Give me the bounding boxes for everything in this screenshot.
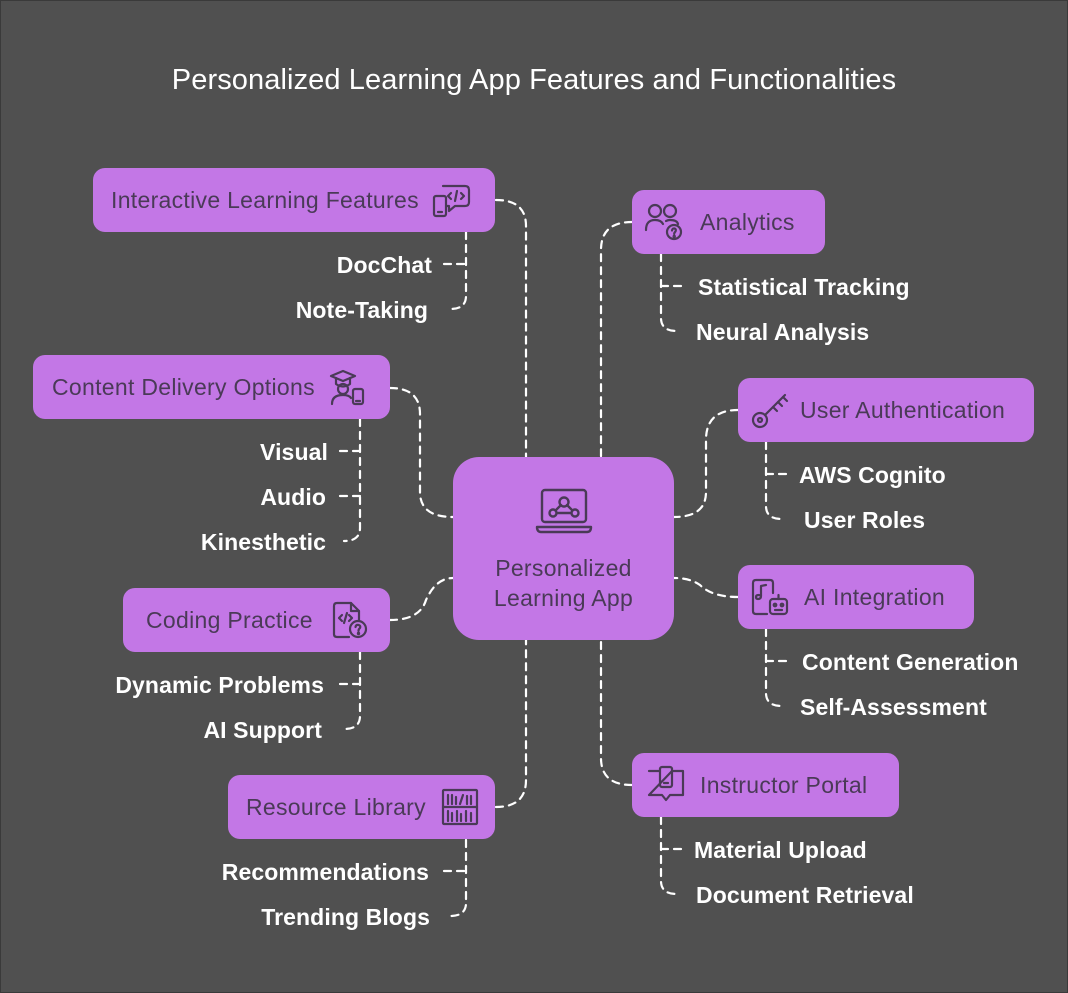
sub-item-material-upload: Material Upload — [694, 837, 867, 863]
category-label: Content Delivery Options — [52, 373, 315, 400]
category-resource-library: Resource Library — [228, 775, 495, 839]
sub-item-kinesthetic: Kinesthetic — [200, 529, 326, 555]
category-label: AI Integration — [804, 583, 946, 610]
sub-item-aws-cognito: AWS Cognito — [799, 462, 946, 488]
category-label: User Authentication — [800, 396, 1006, 423]
center-label-line1: Personalized — [495, 555, 632, 581]
connector-analytics — [599, 220, 634, 459]
center-label-line2: Learning App — [493, 585, 634, 611]
sub-item-trending-blogs: Trending Blogs — [261, 904, 430, 930]
connector-interactive-learning — [494, 198, 528, 459]
robot-music-icon — [750, 577, 790, 617]
bracket-instructor-portal — [659, 815, 685, 896]
code-question-icon — [329, 600, 369, 640]
sub-item-statistical-tracking: Statistical Tracking — [698, 274, 910, 300]
sub-item-recommendations: Recommendations — [221, 859, 429, 885]
category-label: Instructor Portal — [700, 771, 868, 798]
sub-item-content-generation: Content Generation — [802, 649, 1019, 675]
bracket-content-delivery — [338, 417, 362, 543]
category-interactive-learning: Interactive Learning Features — [93, 168, 495, 232]
category-instructor-portal: Instructor Portal — [632, 753, 899, 817]
category-coding-practice: Coding Practice — [123, 588, 390, 652]
book-upload-icon — [646, 765, 686, 805]
bracket-user-auth — [764, 440, 790, 521]
sub-item-document-retrieval: Document Retrieval — [696, 882, 914, 908]
connector-user-auth — [672, 408, 740, 519]
category-ai-integration: AI Integration — [738, 565, 974, 629]
sub-item-neural-analysis: Neural Analysis — [696, 319, 870, 345]
category-label: Analytics — [700, 208, 795, 235]
central-node: Personalized Learning App — [453, 457, 674, 640]
sub-item-visual: Visual — [260, 439, 328, 465]
bracket-ai-integration — [764, 627, 790, 708]
sub-item-note-taking: Note-Taking — [295, 297, 428, 323]
student-device-icon — [327, 367, 367, 407]
category-content-delivery: Content Delivery Options — [33, 355, 390, 419]
bracket-resource-library — [442, 838, 468, 918]
sub-item-audio: Audio — [260, 484, 326, 510]
category-label: Coding Practice — [146, 606, 313, 633]
bracket-analytics — [659, 252, 685, 333]
category-user-authentication: User Authentication — [738, 378, 1034, 442]
connector-resource-library — [494, 638, 528, 809]
laptop-network-icon — [535, 487, 593, 540]
bookshelf-icon — [440, 787, 480, 827]
users-question-icon — [644, 202, 684, 242]
sub-item-dynamic-problems: Dynamic Problems — [115, 672, 324, 698]
bracket-coding-practice — [338, 650, 362, 731]
category-label: Resource Library — [246, 793, 426, 820]
connector-coding-practice — [388, 576, 455, 622]
category-label: Interactive Learning Features — [111, 186, 419, 213]
key-icon — [750, 390, 790, 430]
connector-ai-integration — [672, 576, 740, 599]
sub-item-ai-support: AI Support — [203, 717, 322, 743]
sub-item-user-roles: User Roles — [804, 507, 926, 533]
code-chat-icon — [431, 180, 471, 220]
connector-content-delivery — [388, 386, 455, 519]
bracket-interactive-learning — [442, 230, 468, 311]
category-analytics: Analytics — [632, 190, 825, 254]
sub-item-self-assessment: Self-Assessment — [800, 694, 987, 720]
connector-instructor-portal — [599, 638, 634, 787]
sub-item-docchat: DocChat — [336, 252, 432, 278]
